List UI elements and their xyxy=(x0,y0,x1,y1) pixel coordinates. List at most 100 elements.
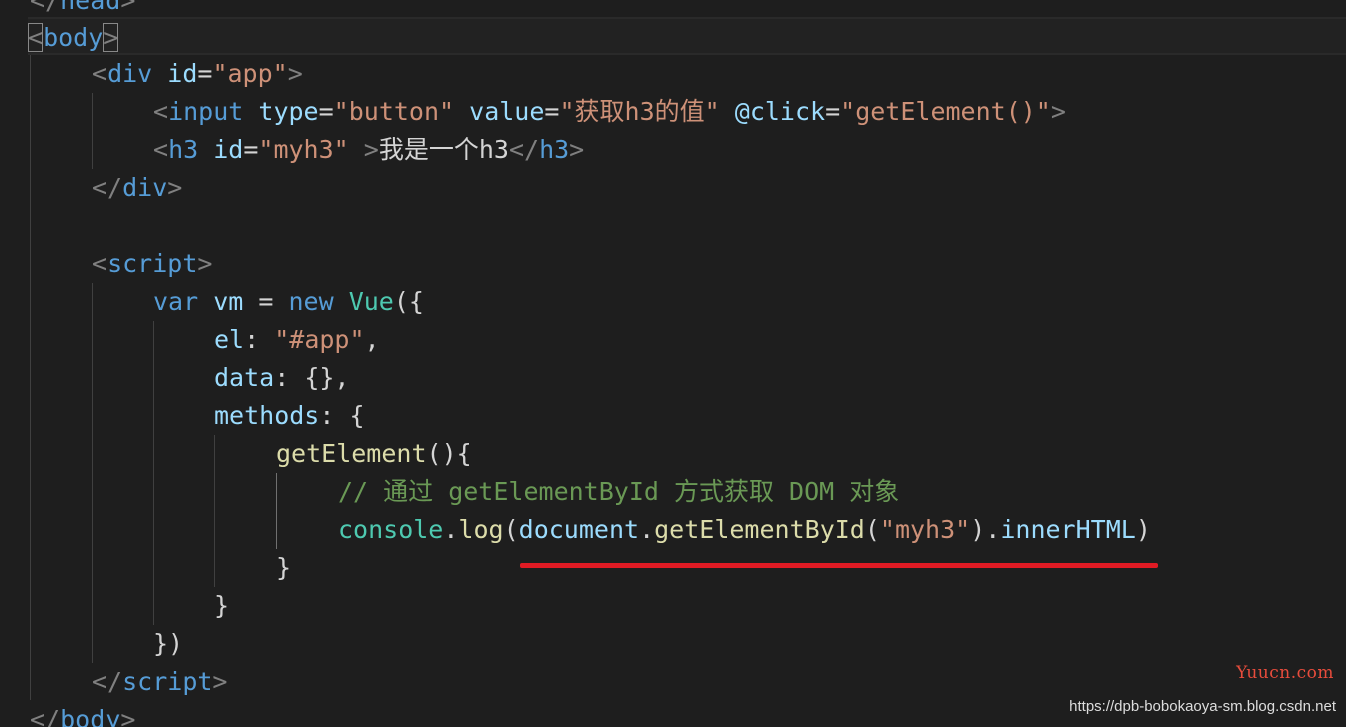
tag-bracket: > xyxy=(363,135,379,164)
tag-bracket: </ xyxy=(30,0,61,15)
colon: : xyxy=(244,325,275,354)
tag-name: head xyxy=(60,0,121,15)
equals: = xyxy=(544,97,560,126)
tag-bracket-matched: < xyxy=(28,23,44,52)
tag-bracket: </ xyxy=(30,705,61,727)
tag-bracket: > xyxy=(1050,97,1066,126)
code-line-script-close[interactable]: </script> xyxy=(92,663,227,701)
class-name: Vue xyxy=(348,287,394,316)
tag-bracket: </ xyxy=(508,135,540,164)
method-name: log xyxy=(458,515,504,544)
punctuation: (){ xyxy=(426,439,472,468)
code-line-body-close[interactable]: </body> xyxy=(30,701,135,727)
code-line-vue-instance[interactable]: var vm = new Vue({ xyxy=(153,283,424,321)
attribute-value: "myh3" xyxy=(258,135,349,164)
code-line-close-vue[interactable]: }) xyxy=(153,625,183,663)
punctuation: }) xyxy=(153,629,184,658)
indent-guide xyxy=(92,283,93,663)
code-line-div-open[interactable]: <div id="app"> xyxy=(92,55,303,93)
object-name: console xyxy=(338,515,444,544)
variable: vm xyxy=(213,287,244,316)
watermark-brand: Yuucn.com xyxy=(1236,663,1334,683)
property-key: el xyxy=(214,325,245,354)
tag-name: h3 xyxy=(539,135,570,164)
red-underline-annotation xyxy=(520,563,1158,568)
code-line-data[interactable]: data: {}, xyxy=(214,359,349,397)
code-line-close-brace[interactable]: } xyxy=(214,587,229,625)
dot: . xyxy=(985,515,1001,544)
paren: ) xyxy=(1135,515,1151,544)
tag-bracket: < xyxy=(153,135,169,164)
tag-bracket: > xyxy=(120,705,136,727)
code-line-getelement[interactable]: getElement(){ xyxy=(276,435,472,473)
tag-bracket-matched: > xyxy=(103,23,119,52)
function-name: getElement xyxy=(276,439,427,468)
punctuation: { xyxy=(349,401,365,430)
tag-bracket: < xyxy=(92,249,108,278)
indent-guide xyxy=(214,435,215,587)
tag-bracket: > xyxy=(212,667,228,696)
tag-name: input xyxy=(168,97,244,126)
code-line-comment[interactable]: // 通过 getElementById 方式获取 DOM 对象 xyxy=(338,473,899,511)
attribute-value: "app" xyxy=(212,59,288,88)
punctuation: , xyxy=(364,325,380,354)
colon: : xyxy=(274,363,305,392)
equals: = xyxy=(243,135,259,164)
indent-guide xyxy=(30,55,31,700)
string-literal: "myh3" xyxy=(879,515,971,544)
watermark-url: https://dpb-bobokaoya-sm.blog.csdn.net xyxy=(1069,698,1336,715)
tag-name: script xyxy=(107,249,198,278)
attribute-name: id xyxy=(167,59,198,88)
tag-bracket: </ xyxy=(92,667,123,696)
code-line-input[interactable]: <input type="button" value="获取h3的值" @cli… xyxy=(153,93,1066,131)
string-literal: "#app" xyxy=(274,325,365,354)
code-editor[interactable]: </head> <body> <div id="app"> <input typ… xyxy=(0,0,1346,727)
code-line-methods[interactable]: methods: { xyxy=(214,397,365,435)
code-line-close-brace[interactable]: } xyxy=(276,549,291,587)
dot: . xyxy=(639,515,655,544)
attribute-name: type xyxy=(258,97,319,126)
colon: : xyxy=(319,401,350,430)
method-name: getElementById xyxy=(654,515,865,544)
paren: ) xyxy=(970,515,986,544)
attribute-value: "获取h3的值" xyxy=(559,97,720,126)
equals: = xyxy=(197,59,213,88)
tag-name: body xyxy=(60,705,121,727)
tag-bracket: </ xyxy=(92,173,123,202)
indent-guide xyxy=(153,321,154,625)
property-key: methods xyxy=(214,401,320,430)
tag-name: h3 xyxy=(168,135,199,164)
tag-name: div xyxy=(122,173,168,202)
attribute-value: "getElement()" xyxy=(840,97,1051,126)
attribute-name: @click xyxy=(734,97,826,126)
code-line-div-close[interactable]: </div> xyxy=(92,169,182,207)
attribute-name: id xyxy=(213,135,244,164)
code-line-script-open[interactable]: <script> xyxy=(92,245,212,283)
punctuation: } xyxy=(276,553,292,582)
code-line-el[interactable]: el: "#app", xyxy=(214,321,380,359)
operator: = xyxy=(243,287,289,316)
code-line-h3[interactable]: <h3 id="myh3" >我是一个h3</h3> xyxy=(153,131,584,169)
tag-name: script xyxy=(122,667,213,696)
code-line-console-log[interactable]: console.log(document.getElementById("myh… xyxy=(338,511,1151,549)
punctuation: ({ xyxy=(393,287,424,316)
indent-guide xyxy=(92,93,93,169)
code-line-body-open[interactable]: <body> xyxy=(28,17,1346,55)
tag-bracket: < xyxy=(92,59,108,88)
comment: // 通过 getElementById 方式获取 DOM 对象 xyxy=(338,477,900,506)
tag-bracket: < xyxy=(153,97,169,126)
equals: = xyxy=(318,97,334,126)
tag-bracket: > xyxy=(120,0,136,15)
tag-name: div xyxy=(107,59,153,88)
punctuation: } xyxy=(214,591,230,620)
text-content: 我是一个h3 xyxy=(378,135,509,164)
attribute-name: value xyxy=(469,97,545,126)
paren: ( xyxy=(503,515,519,544)
